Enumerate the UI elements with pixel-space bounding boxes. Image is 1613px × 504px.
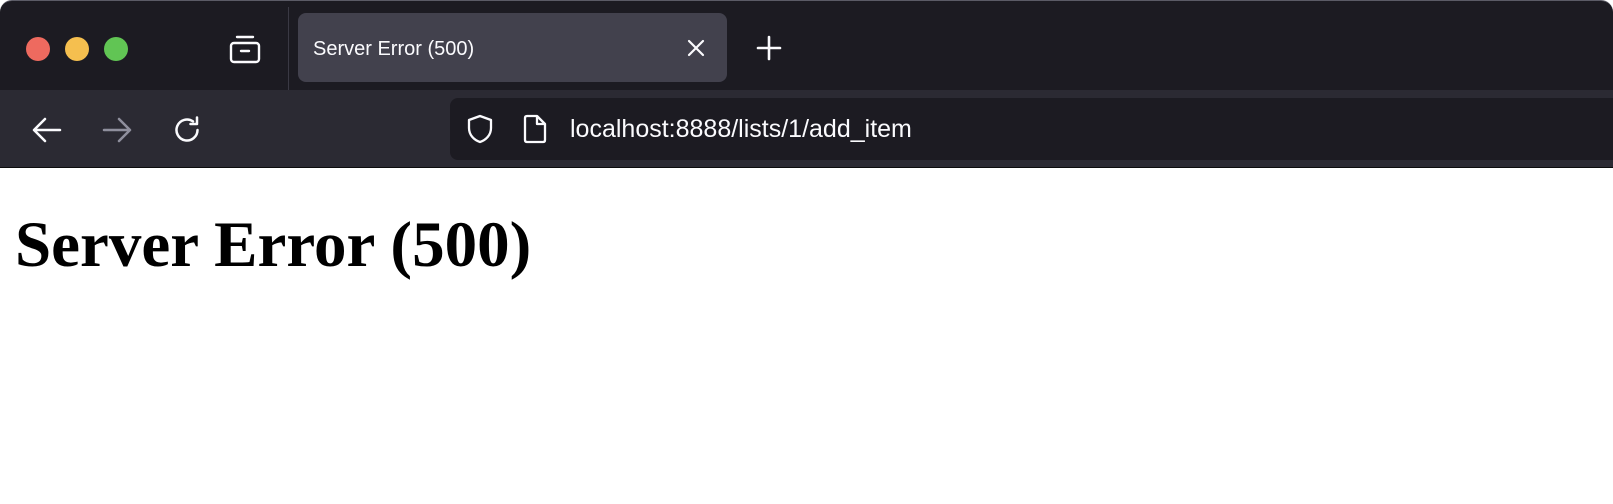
tab-title: Server Error (500) [313, 38, 475, 60]
tab-strip: Server Error (500) [0, 0, 1613, 91]
navigation-toolbar: localhost:8888/lists/1/add_item [0, 90, 1613, 168]
tab-server-error[interactable]: Server Error (500) [298, 13, 727, 82]
address-bar[interactable]: localhost:8888/lists/1/add_item [450, 98, 1613, 160]
new-tab-button[interactable] [749, 27, 789, 69]
shield-icon [467, 114, 493, 144]
tab-close-button[interactable] [683, 35, 709, 61]
page-title: Server Error (500) [15, 209, 532, 281]
reload-icon [175, 116, 199, 142]
arrow-right-icon [102, 117, 132, 143]
forward-button[interactable] [97, 110, 137, 150]
page-icon [523, 114, 547, 144]
url-text[interactable]: localhost:8888/lists/1/add_item [570, 98, 912, 160]
tabs-list-button[interactable] [222, 30, 268, 68]
window-minimize-button[interactable] [65, 37, 89, 61]
plus-icon [756, 35, 782, 61]
window-close-button[interactable] [26, 37, 50, 61]
arrow-left-icon [32, 117, 62, 143]
reload-button[interactable] [167, 110, 207, 150]
window-maximize-button[interactable] [104, 37, 128, 61]
tracking-protection-button[interactable] [465, 114, 495, 144]
site-info-button[interactable] [522, 114, 548, 144]
page-content: Server Error (500) [0, 169, 1613, 504]
close-icon [687, 39, 705, 57]
back-button[interactable] [27, 110, 67, 150]
browser-window: Server Error (500) localhost:8888/lists/… [0, 0, 1613, 504]
tab-strip-divider [288, 7, 289, 91]
tabs-list-icon [229, 35, 261, 64]
